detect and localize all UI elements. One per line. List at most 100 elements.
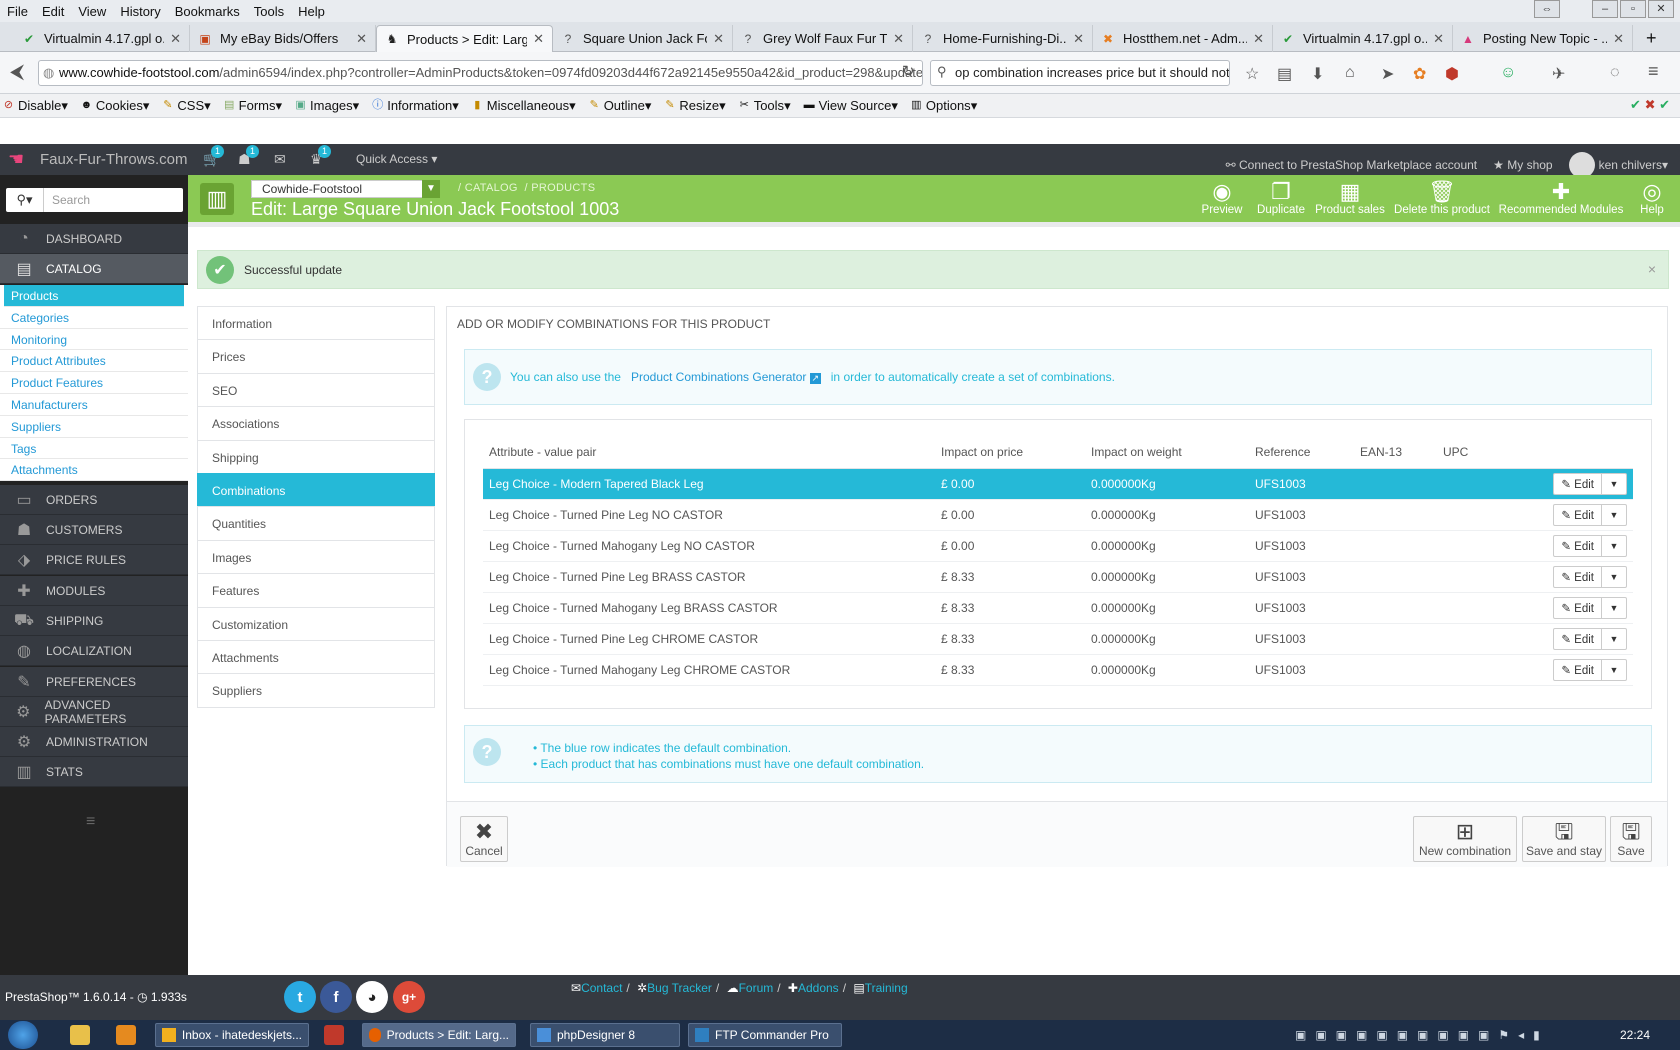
brand[interactable]: ☚ Faux-Fur-Throws.com	[8, 144, 188, 175]
tab-features[interactable]: Features	[197, 573, 435, 608]
sub-manufacturers[interactable]: Manufacturers	[0, 394, 188, 416]
media-player-icon[interactable]	[116, 1025, 136, 1045]
tab-prices[interactable]: Prices	[197, 339, 435, 374]
tab-shipping[interactable]: Shipping	[197, 439, 435, 474]
chevron-down-icon[interactable]: ▼	[1602, 474, 1626, 494]
nav-customers[interactable]: ☗ CUSTOMERS	[0, 515, 188, 545]
home-icon[interactable]: ⌂	[1345, 64, 1355, 82]
edit-button[interactable]: ✎ Edit	[1554, 566, 1602, 587]
table-row[interactable]: Leg Choice - Turned Pine Leg BRASS CASTO…	[483, 561, 1633, 593]
chevron-down-icon[interactable]: ▼	[1602, 598, 1626, 618]
nav-localization[interactable]: ◍ LOCALIZATION	[0, 636, 188, 666]
reload-icon[interactable]: ↻	[902, 62, 915, 80]
taskbar-item-outlook[interactable]: Inbox - ihatedeskjets...	[155, 1023, 309, 1047]
tab-images[interactable]: Images	[197, 539, 435, 575]
facebook-icon[interactable]: f	[320, 981, 352, 1013]
addon-icon[interactable]: ✿	[1413, 64, 1426, 84]
table-row[interactable]: Leg Choice - Turned Pine Leg CHROME CAST…	[483, 623, 1633, 655]
folder-icon[interactable]	[70, 1025, 90, 1045]
addon-icon[interactable]: ⬢	[1445, 64, 1459, 84]
tab-seo[interactable]: SEO	[197, 372, 435, 408]
shop-selector[interactable]: Cowhide-Footstool ▼	[251, 180, 440, 198]
close-tab-icon[interactable]: ✕	[1433, 31, 1444, 47]
browser-tab-active[interactable]: ♞ Products > Edit: Larg... ✕	[376, 25, 553, 52]
menu-edit[interactable]: Edit	[35, 4, 71, 19]
envelope-icon[interactable]: ✉	[274, 151, 286, 168]
reading-list-icon[interactable]: ▤	[1277, 64, 1292, 84]
taskbar-item-firefox[interactable]: Products > Edit: Larg...	[362, 1023, 516, 1047]
nav-shipping[interactable]: ⛟ SHIPPING	[0, 606, 188, 636]
edit-button[interactable]: ✎ Edit	[1554, 659, 1602, 680]
devtool-css[interactable]: ✎ CSS ▾	[161, 98, 210, 114]
sub-tags[interactable]: Tags	[0, 438, 188, 460]
cart-icon[interactable]: 🛒 1	[203, 145, 224, 168]
quick-access-dropdown[interactable]: Quick Access ▾	[356, 152, 437, 166]
delete-product-button[interactable]: 🗑 Delete this product	[1392, 179, 1492, 221]
footer-link-forum[interactable]: ☁Forum	[727, 981, 774, 995]
chevron-down-icon[interactable]: ▼	[1602, 567, 1626, 587]
new-tab-button[interactable]: +	[1638, 25, 1668, 52]
devtool-disable[interactable]: ⊘ Disable ▾	[2, 98, 68, 114]
marketplace-link[interactable]: ⚯ Connect to PrestaShop Marketplace acco…	[1226, 158, 1478, 172]
taskbar-item-ftp[interactable]: FTP Commander Pro	[688, 1023, 842, 1047]
close-tab-icon[interactable]: ✕	[533, 31, 544, 47]
tab-combinations[interactable]: Combinations	[197, 472, 435, 508]
devtool-viewsource[interactable]: ▬ View Source ▾	[803, 98, 898, 114]
browser-search-input[interactable]: ⚲ op combination increases price but it …	[930, 60, 1230, 86]
nav-orders[interactable]: ▭ ORDERS	[0, 485, 188, 515]
edit-button[interactable]: ✎ Edit	[1554, 473, 1602, 494]
devtool-images[interactable]: ▣ Images ▾	[294, 98, 359, 114]
customer-icon[interactable]: ☗ 1	[238, 145, 259, 168]
maximize-button[interactable]: ▫	[1620, 0, 1646, 18]
collapse-menu-icon[interactable]: ≡	[86, 813, 95, 831]
browser-tab[interactable]: ✖ Hostthem.net - Adm... ✕	[1093, 25, 1273, 52]
nav-dashboard[interactable]: ◔ DASHBOARD	[0, 224, 188, 254]
browser-tab[interactable]: ✔ Virtualmin 4.17.gpl o... ✕	[14, 25, 190, 52]
sub-categories[interactable]: Categories	[0, 307, 188, 329]
sidebar-search-input[interactable]: Search	[44, 188, 183, 212]
sub-product-attributes[interactable]: Product Attributes	[0, 350, 188, 373]
new-combination-button[interactable]: ⊞ New combination	[1413, 816, 1517, 862]
table-row[interactable]: Leg Choice - Turned Pine Leg NO CASTOR £…	[483, 499, 1633, 531]
table-row-default[interactable]: Leg Choice - Modern Tapered Black Leg £ …	[483, 468, 1633, 500]
hamburger-menu-icon[interactable]: ≡	[1648, 61, 1659, 82]
nav-advanced-parameters[interactable]: ⚙ ADVANCED PARAMETERS	[0, 697, 188, 727]
sub-products[interactable]: Products	[4, 285, 184, 307]
chat-icon[interactable]: ◌	[1610, 64, 1620, 82]
help-button[interactable]: ◎ Help	[1630, 179, 1674, 221]
chevron-down-icon[interactable]: ▼	[1602, 660, 1626, 680]
edit-button[interactable]: ✎ Edit	[1554, 535, 1602, 556]
googleplus-icon[interactable]: g+	[393, 981, 425, 1013]
devtool-outline[interactable]: ✎ Outline ▾	[588, 98, 652, 114]
browser-tab[interactable]: ? Home-Furnishing-Di... ✕	[913, 25, 1093, 52]
tab-customization[interactable]: Customization	[197, 606, 435, 641]
sub-suppliers[interactable]: Suppliers	[0, 416, 188, 438]
nav-preferences[interactable]: ✎ PREFERENCES	[0, 667, 188, 697]
close-tab-icon[interactable]: ✕	[1253, 31, 1264, 47]
tab-associations[interactable]: Associations	[197, 406, 435, 441]
table-row[interactable]: Leg Choice - Turned Mahogany Leg CHROME …	[483, 654, 1633, 686]
back-icon[interactable]: ⮜	[10, 61, 24, 84]
duplicate-button[interactable]: ❐ Duplicate	[1254, 179, 1308, 221]
tab-attachments[interactable]: Attachments	[197, 639, 435, 675]
sub-monitoring[interactable]: Monitoring	[0, 329, 188, 351]
taskbar-item-phpdesigner[interactable]: phpDesigner 8	[530, 1023, 680, 1047]
twitter-icon[interactable]: t	[284, 981, 316, 1013]
devtool-misc[interactable]: ▮ Miscellaneous ▾	[471, 98, 575, 114]
browser-tab[interactable]: ▣ My eBay Bids/Offers ✕	[190, 25, 376, 52]
sub-product-features[interactable]: Product Features	[0, 372, 188, 394]
close-window-button[interactable]: ✕	[1648, 0, 1674, 18]
table-row[interactable]: Leg Choice - Turned Mahogany Leg NO CAST…	[483, 530, 1633, 562]
sub-attachments[interactable]: Attachments	[0, 459, 188, 482]
menu-file[interactable]: File	[0, 4, 35, 19]
menu-tools[interactable]: Tools	[247, 4, 291, 19]
github-icon[interactable]: ◕	[356, 981, 388, 1013]
windows-start-icon[interactable]	[8, 1021, 38, 1049]
download-icon[interactable]: ⬇	[1311, 64, 1324, 84]
close-tab-icon[interactable]: ✕	[1613, 31, 1624, 47]
devtool-information[interactable]: ⓘ Information ▾	[371, 98, 459, 114]
nav-stats[interactable]: ▥ STATS	[0, 757, 188, 787]
save-and-stay-button[interactable]: 🖫 Save and stay	[1522, 816, 1606, 862]
product-sales-button[interactable]: ▦ Product sales	[1314, 179, 1386, 221]
minimize-button[interactable]: –	[1592, 0, 1618, 18]
